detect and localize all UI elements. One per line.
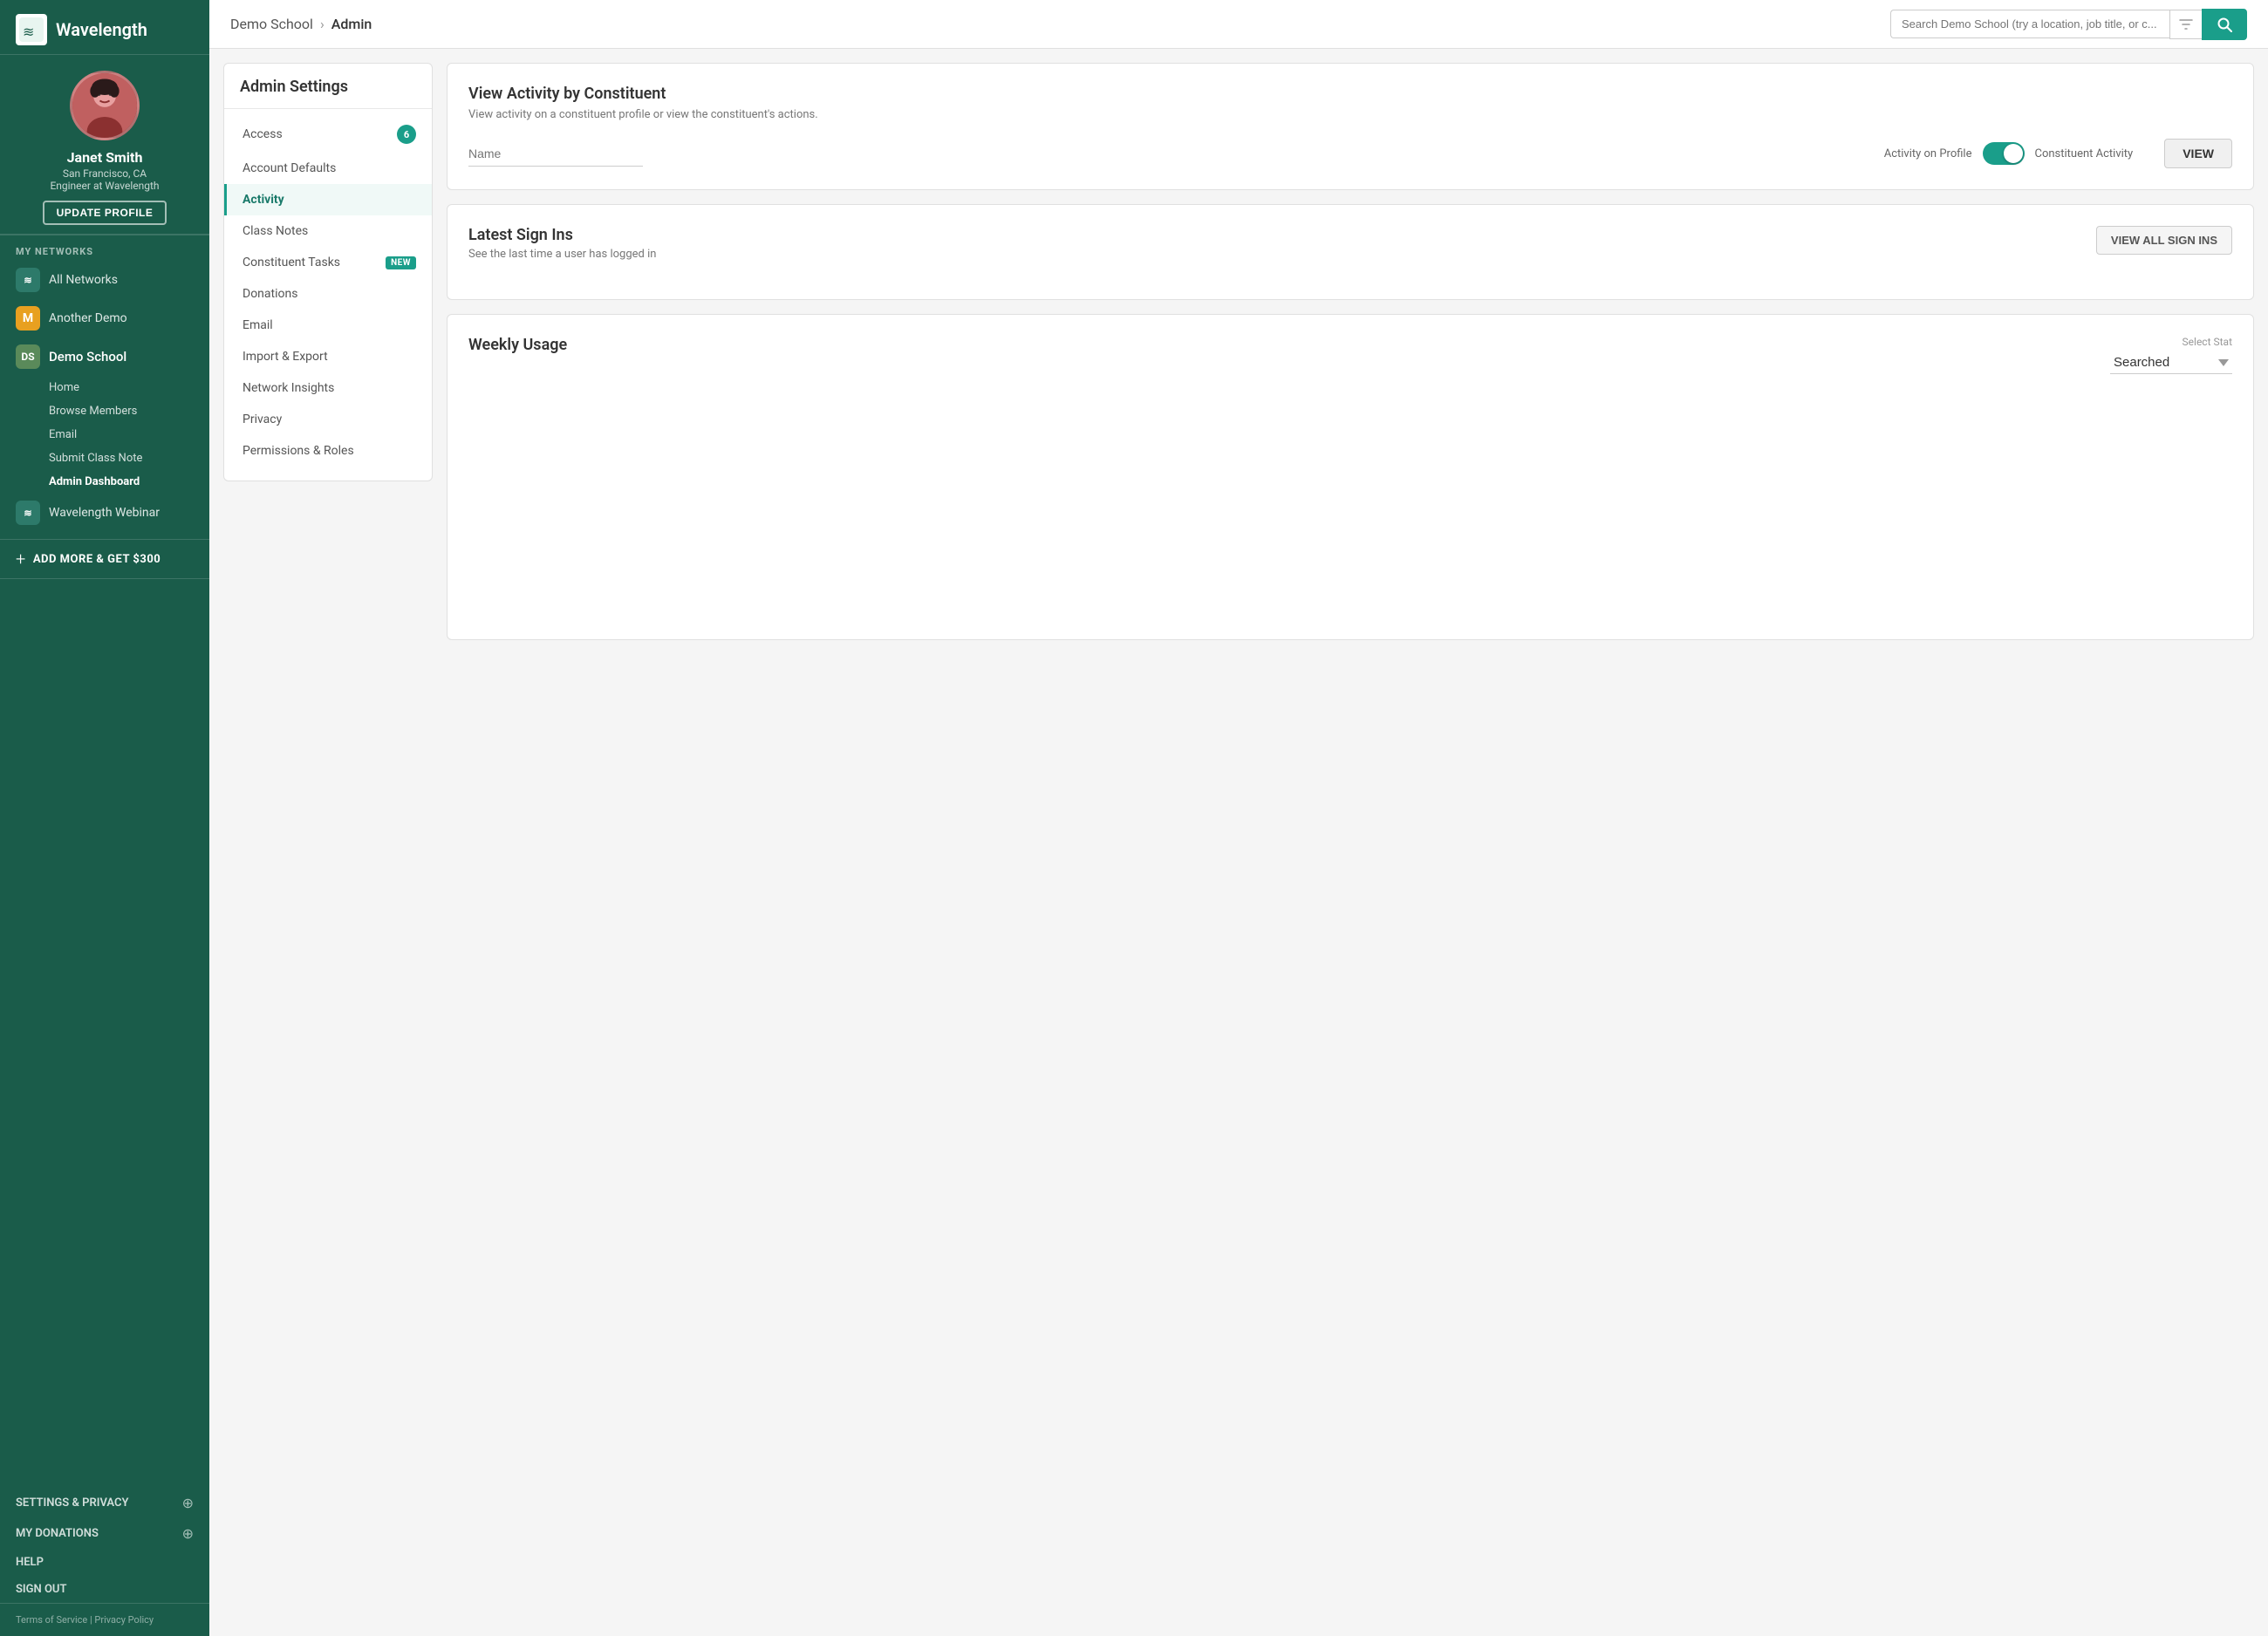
select-stat-group: Select Stat Searched [2110, 336, 2232, 374]
my-donations-icon: ⊕ [182, 1525, 194, 1542]
terms-of-service-link[interactable]: Terms of Service [16, 1614, 87, 1626]
activity-controls: Activity on Profile Constituent Activity… [468, 139, 2232, 168]
breadcrumb-school[interactable]: Demo School [230, 16, 313, 32]
topbar: Demo School › Admin [209, 0, 2268, 49]
activity-toggle-switch[interactable] [1983, 142, 2025, 165]
sidebar: ≋ Wavelength Janet Smith San Francisco, … [0, 0, 209, 1636]
user-job-title: Engineer at Wavelength [50, 180, 159, 192]
main-content: Demo School › Admin Admin Settings [209, 0, 2268, 1636]
settings-item-donations[interactable]: Donations [224, 278, 432, 310]
breadcrumb-current: Admin [331, 16, 372, 32]
settings-item-constituent-tasks[interactable]: Constituent Tasks NEW [224, 247, 432, 278]
sign-ins-title-group: Latest Sign Ins See the last time a user… [468, 226, 656, 261]
privacy-policy-link[interactable]: Privacy Policy [94, 1614, 154, 1626]
settings-item-email[interactable]: Email [224, 310, 432, 341]
activity-card-title: View Activity by Constituent [468, 85, 2232, 103]
my-donations-row[interactable]: MY DONATIONS ⊕ [0, 1518, 209, 1549]
search-button[interactable] [2202, 9, 2247, 40]
settings-item-permissions-roles[interactable]: Permissions & Roles [224, 435, 432, 467]
settings-privacy-icon: ⊕ [182, 1495, 194, 1511]
weekly-usage-card: Weekly Usage Select Stat Searched [447, 314, 2254, 640]
search-filter-button[interactable] [2169, 10, 2202, 39]
my-donations-label: MY DONATIONS [16, 1527, 99, 1540]
sidebar-header: ≋ Wavelength [0, 0, 209, 55]
search-icon [2217, 17, 2232, 32]
sidebar-item-submit-class-note[interactable]: Submit Class Note [0, 446, 209, 470]
select-stat-label: Select Stat [2183, 336, 2232, 348]
activity-card-subtitle: View activity on a constituent profile o… [468, 108, 2232, 121]
webinar-icon: ≋ [16, 501, 40, 525]
search-bar [1890, 9, 2247, 40]
settings-item-activity[interactable]: Activity [224, 184, 432, 215]
another-demo-label: Another Demo [49, 311, 127, 325]
demo-school-section: DS Demo School Home Browse Members Email… [0, 337, 209, 494]
stat-select[interactable]: Searched [2110, 351, 2232, 374]
settings-item-access[interactable]: Access 6 [224, 116, 432, 153]
app-name: Wavelength [56, 19, 147, 40]
settings-item-import-export[interactable]: Import & Export [224, 341, 432, 372]
admin-settings-panel: Admin Settings Access 6 Account Defaults… [223, 63, 433, 481]
sidebar-bottom-section: SETTINGS & PRIVACY ⊕ MY DONATIONS ⊕ HELP… [0, 1488, 209, 1603]
toggle-right-label: Constituent Activity [2035, 147, 2134, 160]
user-location: San Francisco, CA [63, 167, 147, 180]
admin-settings-title: Admin Settings [224, 78, 432, 109]
sign-out-link[interactable]: SIGN OUT [0, 1576, 209, 1603]
settings-privacy-row[interactable]: SETTINGS & PRIVACY ⊕ [0, 1488, 209, 1518]
settings-item-account-defaults[interactable]: Account Defaults [224, 153, 432, 184]
view-all-sign-ins-button[interactable]: VIEW ALL SIGN INS [2096, 226, 2232, 255]
add-more-label: ADD MORE & GET $300 [33, 553, 161, 566]
breadcrumb: Demo School › Admin [230, 16, 372, 32]
settings-privacy-label: SETTINGS & PRIVACY [16, 1496, 129, 1510]
right-panel: View Activity by Constituent View activi… [447, 63, 2254, 1622]
constituent-name-input[interactable] [468, 141, 643, 167]
settings-item-class-notes[interactable]: Class Notes [224, 215, 432, 247]
toggle-left-label: Activity on Profile [1884, 147, 1972, 160]
user-profile-section: Janet Smith San Francisco, CA Engineer a… [0, 55, 209, 235]
add-more-button[interactable]: + ADD MORE & GET $300 [0, 540, 209, 578]
sign-ins-header: Latest Sign Ins See the last time a user… [468, 226, 2232, 261]
demo-school-header[interactable]: DS Demo School [0, 337, 209, 376]
activity-card: View Activity by Constituent View activi… [447, 63, 2254, 190]
wavelength-logo-icon: ≋ [16, 14, 47, 45]
user-name: Janet Smith [67, 149, 143, 166]
sidebar-item-wavelength-webinar[interactable]: ≋ Wavelength Webinar [0, 494, 209, 532]
sidebar-item-another-demo[interactable]: M Another Demo [0, 299, 209, 337]
search-input[interactable] [1890, 10, 2169, 38]
access-badge: 6 [397, 125, 416, 144]
sign-ins-card: Latest Sign Ins See the last time a user… [447, 204, 2254, 300]
sidebar-item-browse-members[interactable]: Browse Members [0, 399, 209, 423]
view-button[interactable]: VIEW [2164, 139, 2232, 168]
constituent-tasks-badge: NEW [386, 256, 416, 269]
filter-icon [2179, 17, 2193, 31]
sidebar-item-home[interactable]: Home [0, 376, 209, 399]
breadcrumb-separator: › [320, 16, 324, 32]
toggle-thumb [2004, 144, 2023, 163]
sign-ins-title: Latest Sign Ins [468, 226, 656, 244]
update-profile-button[interactable]: UPDATE PROFILE [43, 201, 167, 225]
demo-school-label: Demo School [49, 349, 126, 365]
sidebar-item-email[interactable]: Email [0, 423, 209, 446]
svg-text:≋: ≋ [23, 24, 34, 40]
sidebar-item-all-networks[interactable]: ≋ All Networks [0, 261, 209, 299]
all-networks-label: All Networks [49, 273, 118, 287]
all-networks-icon: ≋ [16, 268, 40, 292]
help-link[interactable]: HELP [0, 1549, 209, 1576]
chart-svg [468, 392, 2232, 618]
another-demo-icon: M [16, 306, 40, 331]
my-networks-label: MY NETWORKS [0, 235, 209, 261]
avatar [70, 71, 140, 140]
activity-toggle-group: Activity on Profile Constituent Activity [1884, 142, 2133, 165]
settings-item-privacy[interactable]: Privacy [224, 404, 432, 435]
sign-ins-subtitle: See the last time a user has logged in [468, 248, 656, 261]
chart-container [468, 392, 2232, 618]
demo-school-icon: DS [16, 344, 40, 369]
settings-item-network-insights[interactable]: Network Insights [224, 372, 432, 404]
weekly-usage-header: Weekly Usage Select Stat Searched [468, 336, 2232, 374]
weekly-usage-title: Weekly Usage [468, 336, 567, 354]
webinar-label: Wavelength Webinar [49, 506, 160, 520]
sidebar-footer: Terms of Service | Privacy Policy [0, 1603, 209, 1636]
sidebar-item-admin-dashboard[interactable]: Admin Dashboard [0, 470, 209, 494]
content-area: Admin Settings Access 6 Account Defaults… [209, 49, 2268, 1636]
